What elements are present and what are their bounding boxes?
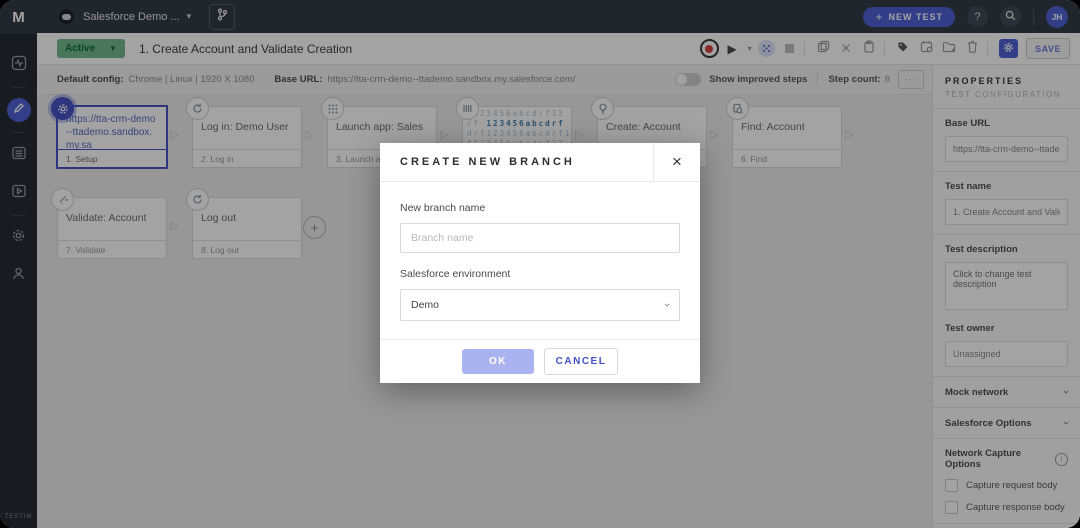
close-icon: × (672, 152, 682, 172)
app-window: M TESTIM (0, 0, 1080, 528)
environment-label: Salesforce environment (400, 268, 680, 280)
chevron-down-icon: › (661, 303, 673, 307)
close-button[interactable]: × (653, 143, 700, 181)
environment-value: Demo (411, 299, 439, 311)
cancel-button[interactable]: CANCEL (544, 348, 618, 375)
branch-name-label: New branch name (400, 202, 680, 214)
environment-select[interactable]: Demo › (400, 289, 680, 321)
modal-title: CREATE NEW BRANCH (380, 143, 653, 181)
ok-button[interactable]: OK (462, 349, 534, 374)
create-branch-modal: CREATE NEW BRANCH × New branch name Sale… (380, 143, 700, 383)
branch-name-input[interactable] (400, 223, 680, 253)
